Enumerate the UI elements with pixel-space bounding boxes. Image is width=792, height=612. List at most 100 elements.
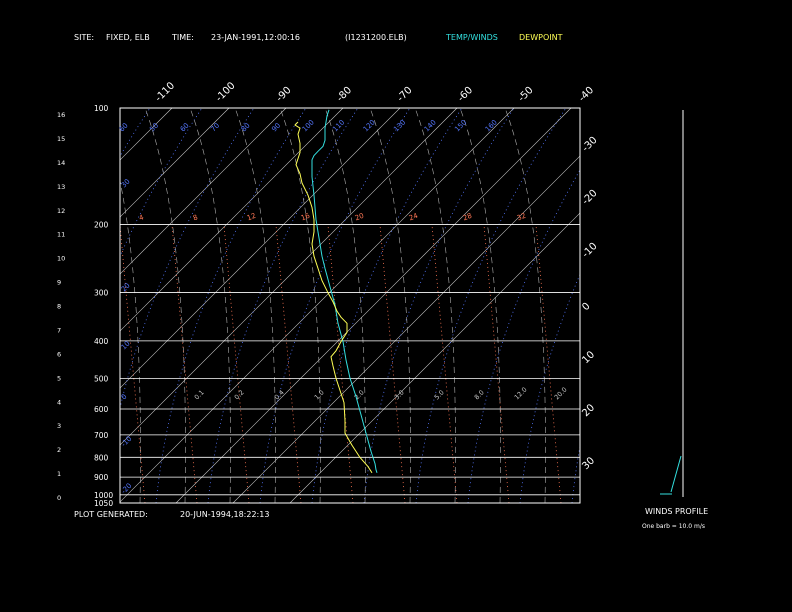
pressure-tick-label: 700 bbox=[94, 431, 109, 440]
dry-adiabat-label: 0 bbox=[120, 393, 129, 402]
dry-adiabat-label: -20 bbox=[120, 482, 134, 496]
dry-adiabat-line bbox=[728, 108, 792, 503]
isotherm-line bbox=[120, 108, 401, 389]
height-tick-label: 6 bbox=[57, 350, 61, 358]
moist-adiabat-line bbox=[369, 108, 411, 503]
height-tick-label: 0 bbox=[57, 494, 61, 502]
plot-area bbox=[120, 108, 792, 503]
isotherm-line bbox=[120, 108, 173, 161]
height-tick-label: 2 bbox=[57, 446, 61, 454]
height-tick-label: 10 bbox=[57, 255, 65, 263]
wind-profile-line bbox=[670, 455, 682, 493]
dry-adiabat-label: 130 bbox=[392, 118, 407, 133]
moist-adiabat-line bbox=[234, 108, 276, 503]
height-tick-label: 7 bbox=[57, 326, 61, 334]
isotherm-label: -110 bbox=[153, 80, 177, 104]
plot-frame bbox=[119, 107, 581, 504]
dry-adiabat-line bbox=[519, 273, 580, 503]
dry-adiabat-label: 70 bbox=[209, 121, 221, 133]
height-tick-label: 5 bbox=[57, 374, 61, 382]
height-tick-label: 4 bbox=[57, 398, 61, 406]
mixing-ratio-label: 12.0 bbox=[513, 386, 529, 402]
mixing-ratio-line bbox=[431, 224, 458, 503]
height-tick-label: 14 bbox=[57, 159, 65, 167]
dry-adiabat-line bbox=[676, 108, 792, 503]
dry-adiabat-label: 80 bbox=[240, 121, 252, 133]
isotherm-label: 30 bbox=[580, 455, 597, 472]
moist-adiabat-line bbox=[279, 108, 321, 503]
isotherm-line bbox=[120, 108, 287, 275]
isotherm-label: -20 bbox=[580, 188, 599, 207]
isotherm-line bbox=[289, 212, 580, 503]
pressure-tick-label: 800 bbox=[94, 453, 109, 462]
mixing-ratio-line bbox=[275, 224, 302, 503]
mixing-ratio-label: 16 bbox=[300, 212, 312, 223]
moist-adiabat-line bbox=[504, 108, 546, 503]
pressure-tick-label: 300 bbox=[94, 289, 109, 298]
height-tick-label: 11 bbox=[57, 231, 65, 239]
isotherm-line bbox=[120, 108, 515, 503]
mixing-ratio-label: 0.1 bbox=[193, 388, 206, 401]
mixing-ratio-label: 24 bbox=[408, 212, 420, 223]
isotherm-label: -70 bbox=[395, 85, 414, 104]
mixing-ratio-label: 8.0 bbox=[473, 388, 486, 401]
moist-adiabat-line bbox=[189, 108, 231, 503]
pressure-tick-label: 200 bbox=[94, 220, 109, 229]
moist-adiabat-line bbox=[144, 108, 186, 503]
mixing-ratio-label: 8 bbox=[192, 213, 199, 222]
isotherm-line bbox=[232, 155, 580, 503]
dry-adiabat-label: 140 bbox=[423, 118, 438, 133]
pressure-tick-label: 900 bbox=[94, 473, 109, 482]
mixing-ratio-line bbox=[223, 224, 250, 503]
isotherm-label: -30 bbox=[580, 135, 599, 154]
skew-t-chart: 1002003004005006007008009001000105001234… bbox=[57, 80, 792, 508]
isotherm-label: -100 bbox=[214, 80, 238, 104]
mixing-ratio-label: 20 bbox=[354, 212, 365, 223]
height-tick-label: 8 bbox=[57, 303, 61, 311]
dry-adiabat-label: 20 bbox=[120, 281, 132, 293]
mixing-ratio-label: 20.0 bbox=[553, 386, 569, 402]
dry-adiabat-label: -10 bbox=[120, 435, 134, 449]
mixing-ratio-label: 3.0 bbox=[393, 388, 406, 401]
mixing-ratio-line bbox=[120, 224, 146, 503]
dry-adiabat-label: 150 bbox=[453, 118, 468, 133]
dry-adiabat-label: 60 bbox=[179, 121, 191, 133]
mixing-ratio-label: 5.0 bbox=[433, 388, 446, 401]
height-tick-label: 13 bbox=[57, 183, 65, 191]
mixing-ratio-line bbox=[483, 224, 510, 503]
dry-adiabat-line bbox=[467, 169, 580, 503]
isotherm-label: -10 bbox=[580, 241, 599, 260]
dry-adiabat-label: 100 bbox=[301, 118, 316, 133]
moist-adiabat-line bbox=[414, 108, 456, 503]
mixing-ratio-line bbox=[379, 224, 406, 503]
mixing-ratio-line bbox=[535, 224, 562, 503]
dry-adiabat-label: 30 bbox=[120, 177, 132, 189]
mixing-ratio-label: 32 bbox=[516, 212, 527, 223]
isotherm-label: -50 bbox=[516, 85, 535, 104]
dry-adiabat-line bbox=[363, 108, 515, 503]
pressure-tick-label: 500 bbox=[94, 374, 109, 383]
height-tick-label: 9 bbox=[57, 279, 61, 287]
isotherm-label: 0 bbox=[580, 301, 592, 313]
isotherm-label: 20 bbox=[580, 402, 597, 419]
pressure-tick-label: 100 bbox=[94, 104, 109, 113]
isotherm-line bbox=[120, 108, 230, 218]
dry-adiabat-line bbox=[624, 108, 774, 503]
isotherm-label: -90 bbox=[274, 85, 293, 104]
height-tick-label: 16 bbox=[57, 111, 65, 119]
height-tick-label: 12 bbox=[57, 207, 65, 215]
isotherm-label: -80 bbox=[335, 85, 354, 104]
dry-adiabat-label: 90 bbox=[270, 121, 282, 133]
isotherm-label: -60 bbox=[456, 85, 475, 104]
pressure-tick-label: 400 bbox=[94, 337, 109, 346]
height-tick-label: 3 bbox=[57, 422, 61, 430]
mixing-ratio-label: 2.0 bbox=[353, 388, 366, 401]
isotherm-line bbox=[120, 108, 344, 332]
mixing-ratio-label: 1.0 bbox=[313, 388, 326, 401]
pressure-tick-label: 1050 bbox=[94, 499, 113, 508]
moist-adiabat-line bbox=[324, 108, 366, 503]
mixing-ratio-label: 4 bbox=[138, 213, 145, 222]
dry-adiabat-line bbox=[780, 108, 792, 503]
isotherm-label: -40 bbox=[577, 85, 596, 104]
mixing-ratio-label: 12 bbox=[246, 212, 257, 223]
